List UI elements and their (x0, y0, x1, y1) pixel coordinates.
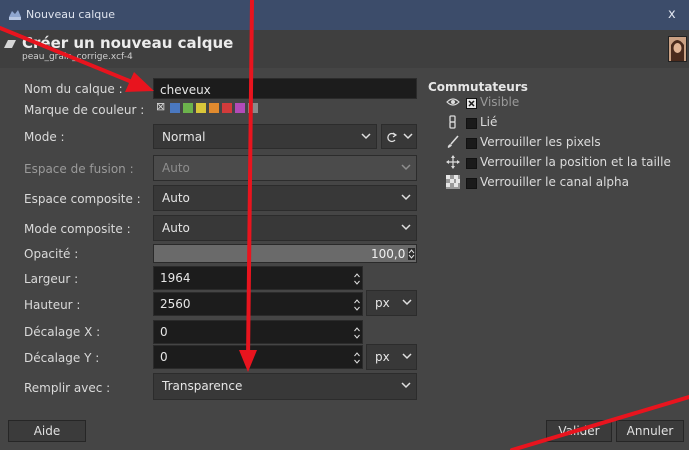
window-close-button[interactable]: x (668, 7, 676, 22)
offset-y-input[interactable]: 0 (153, 345, 363, 369)
color-tag-label: Marque de couleur : (24, 103, 145, 117)
height-value: 2560 (160, 297, 191, 311)
chevron-down-icon (401, 224, 411, 231)
mode-dropdown[interactable]: Normal (153, 124, 377, 149)
spin-arrows-icon[interactable] (353, 295, 361, 315)
color-tag-swatch[interactable] (196, 103, 206, 113)
composite-mode-label: Mode composite : (24, 222, 131, 236)
layer-name-input[interactable]: cheveux (153, 78, 417, 99)
chevron-down-icon (402, 299, 412, 306)
offset-x-label: Décalage X : (24, 325, 101, 339)
visible-label: Visible (480, 95, 520, 109)
layer-name-label: Nom du calque : (24, 82, 123, 96)
switches-title: Commutateurs (428, 80, 528, 94)
revert-icon (387, 132, 398, 143)
spin-arrows-icon[interactable] (353, 269, 361, 289)
mode-label: Mode : (24, 130, 65, 144)
blend-space-value: Auto (162, 161, 190, 175)
color-tag-swatch[interactable] (235, 103, 245, 113)
fill-label: Remplir avec : (24, 381, 111, 395)
lock-pixels-checkbox[interactable] (466, 138, 477, 149)
help-button[interactable]: Aide (8, 420, 86, 442)
offset-x-value: 0 (160, 325, 168, 339)
offset-unit-dropdown[interactable]: px (366, 344, 417, 370)
lock-position-checkbox[interactable] (466, 158, 477, 169)
window-title: Nouveau calque (26, 8, 115, 21)
chevron-down-icon (401, 164, 411, 171)
image-thumbnail (668, 36, 687, 62)
composite-mode-value: Auto (162, 221, 190, 235)
mode-switch-button[interactable] (381, 124, 417, 149)
mode-value: Normal (162, 130, 206, 144)
color-tag-swatch[interactable] (209, 103, 219, 113)
window-titlebar: Nouveau calque x (0, 0, 689, 30)
color-tag-swatch[interactable] (183, 103, 193, 113)
width-input[interactable]: 1964 (153, 266, 363, 290)
chevron-down-icon (401, 194, 411, 201)
opacity-slider[interactable]: 100,0 (153, 244, 417, 263)
visible-checkbox[interactable] (466, 98, 477, 109)
width-value: 1964 (160, 271, 191, 285)
color-tag-swatch[interactable] (248, 103, 258, 113)
new-layer-icon (4, 40, 16, 48)
eye-icon (446, 98, 460, 106)
layer-name-value: cheveux (160, 83, 211, 97)
spin-arrows-icon[interactable] (353, 348, 361, 368)
offset-y-label: Décalage Y : (24, 351, 100, 365)
chevron-down-icon (361, 133, 371, 140)
checker-icon (446, 175, 460, 189)
chevron-down-icon (401, 382, 411, 389)
lock-alpha-checkbox[interactable] (466, 178, 477, 189)
composite-mode-dropdown[interactable]: Auto (153, 215, 417, 241)
linked-checkbox[interactable] (466, 118, 477, 129)
blend-space-dropdown[interactable]: Auto (153, 155, 417, 181)
lock-pixels-label: Verrouiller les pixels (480, 135, 601, 149)
ok-button[interactable]: Valider (546, 420, 612, 442)
width-label: Largeur : (24, 272, 79, 286)
height-input[interactable]: 2560 (153, 292, 363, 316)
move-icon (446, 155, 460, 169)
offset-y-value: 0 (160, 350, 168, 364)
composite-space-label: Espace composite : (24, 192, 141, 206)
linked-label: Lié (480, 115, 498, 129)
brush-icon (447, 135, 459, 148)
lock-position-label: Verrouiller la position et la taille (480, 155, 671, 169)
color-tag-none[interactable]: ⊠ (156, 100, 165, 113)
dialog-header: Créer un nouveau calque peau_grain_corri… (0, 30, 689, 68)
chevron-down-icon (403, 133, 413, 140)
chain-icon (449, 115, 456, 129)
fill-with-dropdown[interactable]: Transparence (153, 373, 417, 400)
lock-alpha-label: Verrouiller le canal alpha (480, 175, 629, 189)
size-unit-value: px (375, 296, 390, 310)
gimp-icon (9, 10, 21, 20)
color-tag-swatch[interactable] (222, 103, 232, 113)
fill-with-value: Transparence (162, 379, 243, 393)
offset-unit-value: px (375, 350, 390, 364)
spin-arrows-icon[interactable] (408, 248, 415, 260)
spin-arrows-icon[interactable] (353, 323, 361, 343)
composite-space-value: Auto (162, 191, 190, 205)
height-label: Hauteur : (24, 298, 81, 312)
cancel-button[interactable]: Annuler (616, 420, 684, 442)
color-tag-swatch[interactable] (170, 103, 180, 113)
blend-space-label: Espace de fusion : (24, 162, 134, 176)
composite-space-dropdown[interactable]: Auto (153, 185, 417, 211)
opacity-value: 100,0 (371, 247, 406, 261)
chevron-down-icon (402, 353, 412, 360)
opacity-label: Opacité : (24, 247, 79, 261)
size-unit-dropdown[interactable]: px (366, 290, 417, 316)
new-layer-dialog: Nouveau calque x Créer un nouveau calque… (0, 0, 689, 450)
offset-x-input[interactable]: 0 (153, 320, 363, 344)
dialog-title: Créer un nouveau calque (22, 34, 234, 52)
image-name: peau_grain_corrige.xcf-4 (22, 52, 133, 62)
